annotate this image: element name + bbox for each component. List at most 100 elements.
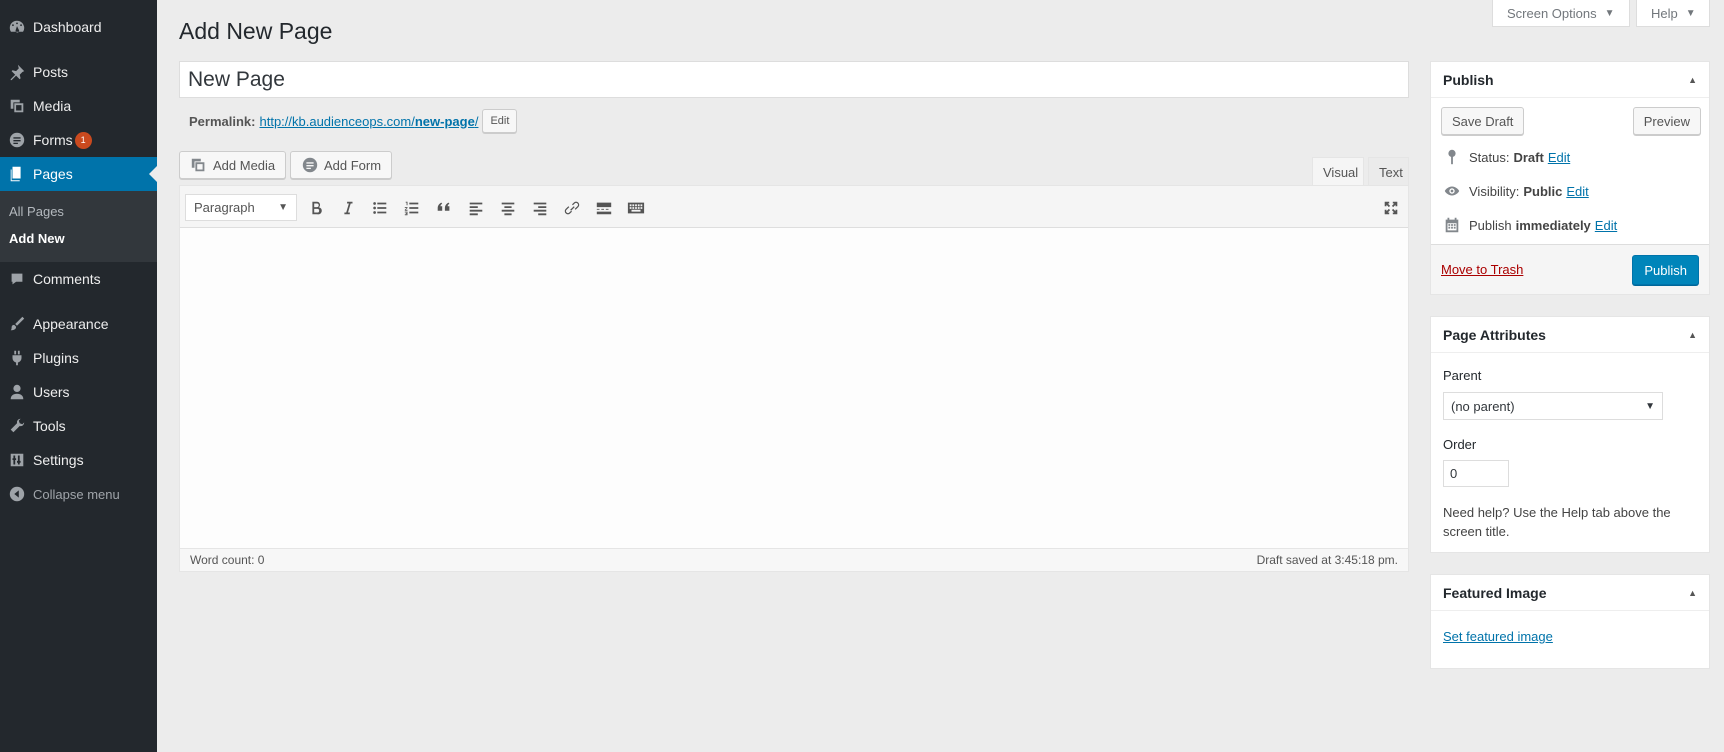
forms-icon	[0, 123, 33, 157]
permalink-link[interactable]: http://kb.audienceops.com/new-page/	[259, 114, 478, 129]
collapse-menu-button[interactable]: Collapse menu	[0, 477, 157, 511]
sidebar-item-forms[interactable]: Forms 1	[0, 123, 157, 157]
sidebar-item-label: Tools	[33, 418, 66, 434]
tab-text[interactable]: Text	[1368, 157, 1409, 187]
publish-box-title: Publish	[1443, 71, 1494, 88]
page-attributes-header[interactable]: Page Attributes ▲	[1431, 317, 1709, 353]
sidebar-item-pages[interactable]: Pages	[0, 157, 157, 191]
align-right-button[interactable]	[527, 195, 553, 221]
visibility-edit-link[interactable]: Edit	[1566, 184, 1588, 199]
visibility-row: Visibility: Public Edit	[1443, 180, 1589, 202]
featured-image-header[interactable]: Featured Image ▲	[1431, 575, 1709, 611]
move-to-trash-link[interactable]: Move to Trash	[1441, 262, 1523, 277]
status-edit-link[interactable]: Edit	[1548, 150, 1570, 165]
collapse-toggle-icon[interactable]: ▲	[1688, 75, 1697, 85]
bold-icon	[312, 201, 322, 215]
distraction-free-button[interactable]	[1378, 195, 1404, 221]
publish-button[interactable]: Publish	[1632, 255, 1699, 285]
sidebar-item-users[interactable]: Users	[0, 375, 157, 409]
bulleted-list-icon	[373, 202, 387, 214]
featured-image-title: Featured Image	[1443, 584, 1547, 601]
insert-link-button[interactable]	[559, 195, 585, 221]
status-row: Status: Draft Edit	[1443, 146, 1570, 168]
pin-icon	[1448, 149, 1456, 165]
autosave-status: Draft saved at 3:45:18 pm.	[1256, 553, 1398, 567]
sidebar-item-label: Plugins	[33, 350, 79, 366]
submenu-item-all-pages[interactable]: All Pages	[9, 204, 64, 219]
publish-box-header[interactable]: Publish ▲	[1431, 62, 1709, 98]
page-attributes-box: Page Attributes ▲ Parent (no parent) ▼ O…	[1430, 316, 1710, 553]
save-draft-button[interactable]: Save Draft	[1441, 107, 1525, 135]
order-input[interactable]	[1443, 460, 1509, 487]
status-value: Draft	[1513, 149, 1544, 165]
permalink-label: Permalink:	[189, 113, 256, 129]
tab-visual[interactable]: Visual	[1312, 157, 1364, 187]
blockquote-button[interactable]	[431, 195, 457, 221]
help-button[interactable]: Help ▼	[1636, 0, 1710, 27]
align-right-icon	[533, 202, 547, 216]
sidebar-item-settings[interactable]: Settings	[0, 443, 157, 477]
calendar-icon	[1445, 217, 1459, 233]
sidebar-item-label: Pages	[33, 166, 73, 182]
wrench-icon	[0, 409, 33, 443]
publish-date-row: Publish immediately Edit	[1443, 214, 1617, 236]
add-form-label: Add Form	[324, 157, 382, 173]
parent-select-value: (no parent)	[1451, 398, 1515, 414]
publish-actions: Move to Trash Publish	[1431, 244, 1709, 294]
align-left-button[interactable]	[463, 195, 489, 221]
align-left-icon	[469, 202, 483, 216]
toolbar-toggle-button[interactable]	[623, 195, 649, 221]
read-more-icon	[596, 202, 612, 215]
collapse-toggle-icon[interactable]: ▲	[1688, 330, 1697, 340]
permalink-slug: new-page	[414, 113, 475, 129]
add-media-button[interactable]: Add Media	[179, 151, 287, 179]
set-featured-image-link[interactable]: Set featured image	[1443, 629, 1553, 644]
publish-date-label: Publish	[1469, 217, 1512, 233]
forms-count-badge: 1	[74, 131, 92, 149]
sidebar-item-label: Forms	[33, 132, 73, 148]
italic-button[interactable]	[335, 195, 361, 221]
editor-status-bar: Word count: 0 Draft saved at 3:45:18 pm.	[180, 548, 1408, 571]
permalink-edit-button[interactable]: Edit	[482, 109, 518, 133]
page-title: Add New Page	[179, 18, 333, 44]
sidebar-item-appearance[interactable]: Appearance	[0, 307, 157, 341]
plugin-icon	[0, 341, 33, 375]
add-media-label: Add Media	[213, 157, 276, 173]
sidebar-item-posts[interactable]: Posts	[0, 55, 157, 89]
media-icon	[0, 89, 33, 123]
sidebar-item-tools[interactable]: Tools	[0, 409, 157, 443]
pages-submenu: All Pages Add New	[0, 191, 157, 262]
align-center-button[interactable]	[495, 195, 521, 221]
add-media-icon	[191, 158, 205, 172]
numbered-list-button[interactable]	[399, 195, 425, 221]
sidebar-item-comments[interactable]: Comments	[0, 262, 157, 296]
sidebar-item-label: Comments	[33, 271, 101, 287]
format-select[interactable]: Paragraph ▼	[185, 194, 297, 221]
editor-toolbar: Paragraph ▼	[180, 186, 1408, 228]
publish-date-edit-link[interactable]: Edit	[1595, 218, 1617, 233]
post-title-input[interactable]	[179, 61, 1409, 98]
chevron-down-icon: ▼	[278, 202, 288, 213]
collapse-toggle-icon[interactable]: ▲	[1688, 588, 1697, 598]
content-editor: Paragraph ▼ Word count: 0 Draft saved at…	[179, 185, 1409, 572]
parent-select[interactable]: (no parent) ▼	[1443, 392, 1663, 420]
visibility-value: Public	[1523, 183, 1563, 199]
sidebar-item-dashboard[interactable]: Dashboard	[0, 10, 157, 44]
sidebar-item-media[interactable]: Media	[0, 89, 157, 123]
bulleted-list-button[interactable]	[367, 195, 393, 221]
page-attributes-title: Page Attributes	[1443, 326, 1546, 343]
publish-date-value: immediately	[1515, 217, 1591, 233]
sidebar-item-label: Posts	[33, 64, 69, 80]
screen-options-button[interactable]: Screen Options ▼	[1492, 0, 1630, 27]
read-more-button[interactable]	[591, 195, 617, 221]
submenu-item-add-new[interactable]: Add New	[9, 231, 65, 246]
editor-content-area[interactable]	[180, 229, 1408, 548]
link-icon	[564, 201, 580, 215]
italic-icon	[344, 201, 353, 215]
bold-button[interactable]	[303, 195, 329, 221]
add-form-button[interactable]: Add Form	[290, 151, 393, 179]
help-label: Help	[1651, 5, 1678, 21]
preview-button[interactable]: Preview	[1632, 107, 1701, 135]
publish-box: Publish ▲ Save Draft Preview Status: Dra…	[1430, 61, 1710, 295]
sidebar-item-plugins[interactable]: Plugins	[0, 341, 157, 375]
